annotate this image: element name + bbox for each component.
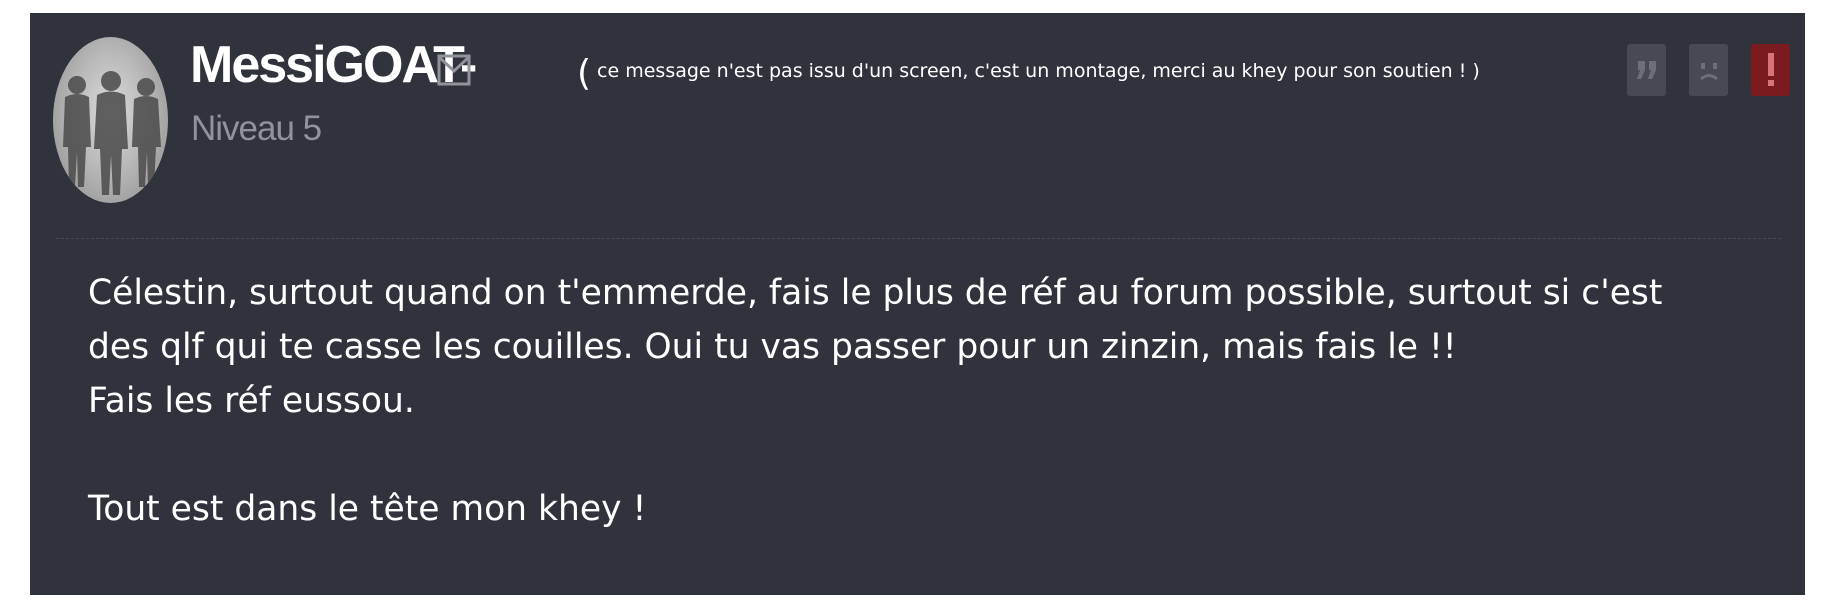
- avatar-image: [63, 71, 161, 195]
- header-separator: [56, 238, 1781, 239]
- note-open-paren: (: [577, 53, 592, 94]
- author-level: Niveau 5: [191, 109, 322, 148]
- post-body-line: Tout est dans le tête mon khey !: [88, 489, 647, 529]
- report-button[interactable]: [1751, 44, 1790, 96]
- note-text: ce message n'est pas issu d'un screen, c…: [597, 60, 1480, 82]
- exclamation-icon: [1767, 53, 1774, 86]
- author-name[interactable]: MessiGOAT-: [190, 39, 477, 91]
- post-body: Célestin, surtout quand on t'emmerde, fa…: [88, 266, 1788, 536]
- post-body-line: des qlf qui te casse les couilles. Oui t…: [88, 327, 1457, 367]
- quote-icon: [1636, 61, 1656, 79]
- mp-button[interactable]: [1689, 44, 1728, 96]
- avatar[interactable]: [53, 37, 168, 203]
- post-note: (ce message n'est pas issu d'un screen, …: [577, 56, 1480, 92]
- mail-icon[interactable]: [437, 53, 471, 87]
- sad-face-icon: [1699, 63, 1718, 81]
- post-body-line: Fais les réf eussou.: [88, 381, 415, 421]
- post-body-line: Célestin, surtout quand on t'emmerde, fa…: [88, 273, 1663, 313]
- forum-post: MessiGOAT- Niveau 5 (ce message n'est pa…: [30, 13, 1805, 595]
- quote-button[interactable]: [1627, 44, 1666, 96]
